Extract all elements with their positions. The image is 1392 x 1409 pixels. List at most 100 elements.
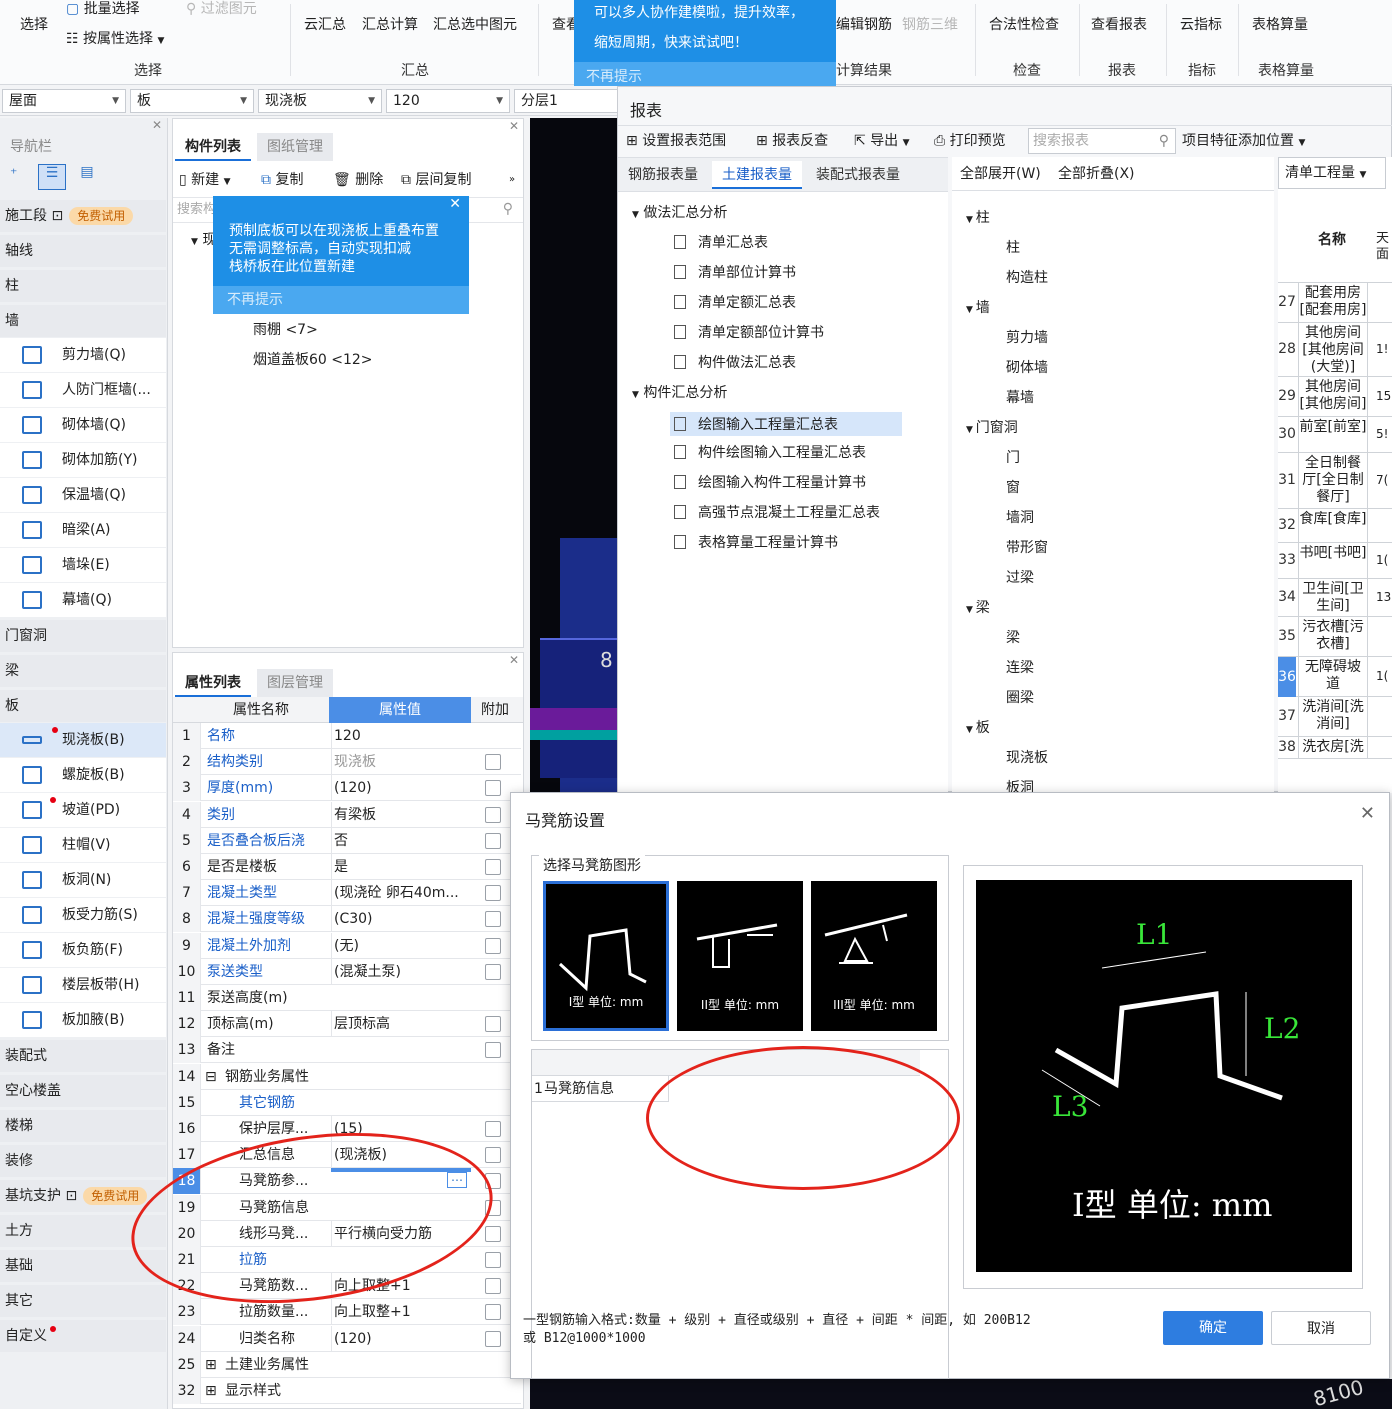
shape-type-2[interactable]: II型 单位: mm [677,881,803,1031]
print-preview-button[interactable]: ⎙ 打印预览 [934,126,1006,156]
type-select[interactable]: 现浇板 ▼ [258,89,382,113]
list-item[interactable]: 烟道盖板60 <12> [253,349,373,369]
component-select[interactable]: 120 ▼ [386,89,510,113]
attach-checkbox[interactable] [485,1252,501,1268]
table-row[interactable]: ⊞ 25 土建业务属性 [173,1351,521,1378]
table-row[interactable]: 28 其他房间[其他房间(大堂)] 1! [1278,323,1392,377]
property-value[interactable]: (120) [331,1325,471,1352]
table-row[interactable]: 24 归类名称 (120) [173,1325,521,1352]
shape-type-1[interactable]: I型 单位: mm [543,881,669,1031]
nav-item-civil-door-wall[interactable]: 人防门框墙(... [0,373,166,407]
close-icon[interactable]: ✕ [509,119,519,133]
table-row[interactable]: 23 拉筋数量... 向上取整+1 [173,1299,521,1326]
attach-checkbox[interactable] [485,1121,501,1137]
close-icon[interactable]: ✕ [449,196,461,212]
delete-button[interactable]: 🗑 删除 [333,165,383,195]
report-list-item[interactable]: 表格算量工程量计算书 [674,532,838,552]
nav-cat-door-window[interactable]: 门窗洞 [0,620,166,652]
detail-view-icon[interactable]: ▤ [74,164,100,190]
report-list-item[interactable]: 清单定额汇总表 [674,292,796,312]
nav-cat-custom[interactable]: 自定义 [0,1320,166,1352]
property-value[interactable]: (混凝土泵) [331,958,471,985]
table-row[interactable]: 2 结构类别 现浇板 [173,749,521,776]
attach-checkbox[interactable] [485,885,501,902]
nav-item-hidden-beam[interactable]: 暗梁(A) [0,513,166,547]
set-report-range-button[interactable]: ⊞ 设置报表范围 [626,126,726,156]
nav-cat-prefab[interactable]: 装配式 [0,1040,166,1072]
table-row[interactable]: 31 全日制餐厅[全日制餐厅] 7( [1278,453,1392,509]
attach-checkbox[interactable] [485,1225,501,1242]
nav-item-curtain-wall[interactable]: 幕墙(Q) [0,583,166,617]
legality-check-button[interactable]: 合法性检查 [989,14,1059,34]
attach-checkbox[interactable] [485,1330,501,1347]
view-report-button[interactable]: 查看报表 [1091,14,1147,34]
attach-checkbox[interactable] [485,963,501,980]
tree-leaf[interactable]: 现浇板 [1006,747,1048,767]
rebar-3d-button[interactable]: 钢筋三维 [902,14,958,34]
report-list-item[interactable]: 清单汇总表 [674,232,768,252]
free-trial-badge[interactable]: 免费试用 [83,1187,148,1205]
table-row[interactable]: 9 混凝土外加剂 (无) [173,932,521,959]
nav-cat-pit-support[interactable]: 基坑支护 ⊡ 免费试用 [0,1180,166,1212]
tree-leaf[interactable]: 带形窗 [1006,537,1048,557]
ok-button[interactable]: 确定 [1163,1311,1263,1345]
export-button[interactable]: ⇱ 导出 ▼ [854,126,910,158]
table-row[interactable]: 3 厚度(mm) (120) [173,775,521,802]
nav-cat-axis[interactable]: 轴线 [0,235,166,267]
report-list-item[interactable]: 绘图输入工程量汇总表 [670,412,902,436]
nav-cat-decoration[interactable]: 装修 [0,1145,166,1177]
nav-cat-other[interactable]: 其它 [0,1285,166,1317]
nav-item-ramp[interactable]: 坡道(PD) [0,793,166,827]
nav-cat-hollow-floor[interactable]: 空心楼盖 [0,1075,166,1107]
report-list-item[interactable]: 构件绘图输入工程量汇总表 [674,442,866,462]
property-value[interactable]: (C30) [331,906,471,933]
tree-category[interactable]: ▼ 板 [966,717,990,737]
floor-copy-button[interactable]: ⧉ 层间复制 [401,165,471,195]
sum-calc-button[interactable]: 汇总计算 [362,14,418,34]
cancel-button[interactable]: 取消 [1271,1311,1371,1345]
property-value[interactable]: 120 [331,723,471,749]
layer-select[interactable]: 分层1 [514,89,618,113]
nav-cat-slab[interactable]: 板 [0,690,166,722]
tree-leaf[interactable]: 柱 [1006,237,1020,257]
nav-item-shear-wall[interactable]: 剪力墙(Q) [0,338,166,372]
table-row[interactable]: 4 类别 有梁板 [173,801,521,828]
prefab-tip-dismiss[interactable]: 不再提示 [213,286,469,314]
attach-checkbox[interactable] [485,1304,501,1321]
close-icon[interactable]: ✕ [1360,803,1375,824]
attach-checkbox[interactable] [485,780,501,797]
table-row[interactable]: 38 洗衣房[洗 [1278,737,1392,759]
attach-checkbox[interactable] [485,911,501,928]
tab-layer-management[interactable]: 图层管理 [257,669,333,697]
table-row[interactable]: 8 混凝土强度等级 (C30) [173,906,521,933]
table-row[interactable]: ⊞ 32 显示样式 [173,1378,521,1404]
tree-group-component-summary[interactable]: ▼ 构件汇总分析 [632,382,727,402]
pin-icon[interactable]: ⁺ [10,166,17,182]
nav-item-masonry-rebar[interactable]: 砌体加筋(Y) [0,443,166,477]
attach-checkbox[interactable] [485,806,501,823]
attach-checkbox[interactable] [485,1042,501,1059]
table-row[interactable]: ⊟ 14 钢筋业务属性 [173,1063,521,1090]
collab-tip-dismiss[interactable]: 不再提示 [574,62,836,86]
nav-item-column-cap[interactable]: 柱帽(V) [0,828,166,862]
attach-checkbox[interactable] [485,937,501,954]
nav-item-slab-haunch[interactable]: 板加腋(B) [0,1003,166,1037]
tree-leaf[interactable]: 梁 [1006,627,1020,647]
report-list-item[interactable]: 清单定额部位计算书 [674,322,824,342]
table-row[interactable]: 30 前室[前室] 5! [1278,417,1392,453]
attach-checkbox[interactable] [485,1278,501,1295]
table-row[interactable]: 33 书吧[书吧] 1( [1278,543,1392,579]
table-row[interactable]: 12 顶标高(m) 层顶标高 [173,1011,521,1038]
tree-leaf[interactable]: 剪力墙 [1006,327,1048,347]
tree-category[interactable]: ▼ 梁 [966,597,990,617]
tree-category[interactable]: ▼ 柱 [966,207,990,227]
table-row[interactable]: 1 名称 120 [173,723,521,749]
quantity-type-select[interactable]: 清单工程量 ▼ [1278,157,1386,189]
table-row[interactable]: 35 污衣槽[污衣槽] [1278,617,1392,657]
nav-cat-construction-stage[interactable]: 施工段 ⊡ 免费试用 [0,200,166,232]
table-row[interactable]: 5 是否叠合板后浇 否 [173,827,521,854]
report-reverse-check-button[interactable]: ⊞ 报表反查 [756,126,828,156]
nav-item-floor-slab-strip[interactable]: 楼层板带(H) [0,968,166,1002]
tab-component-list[interactable]: 构件列表 [175,133,251,161]
table-row[interactable]: 15 其它钢筋 [173,1089,521,1116]
